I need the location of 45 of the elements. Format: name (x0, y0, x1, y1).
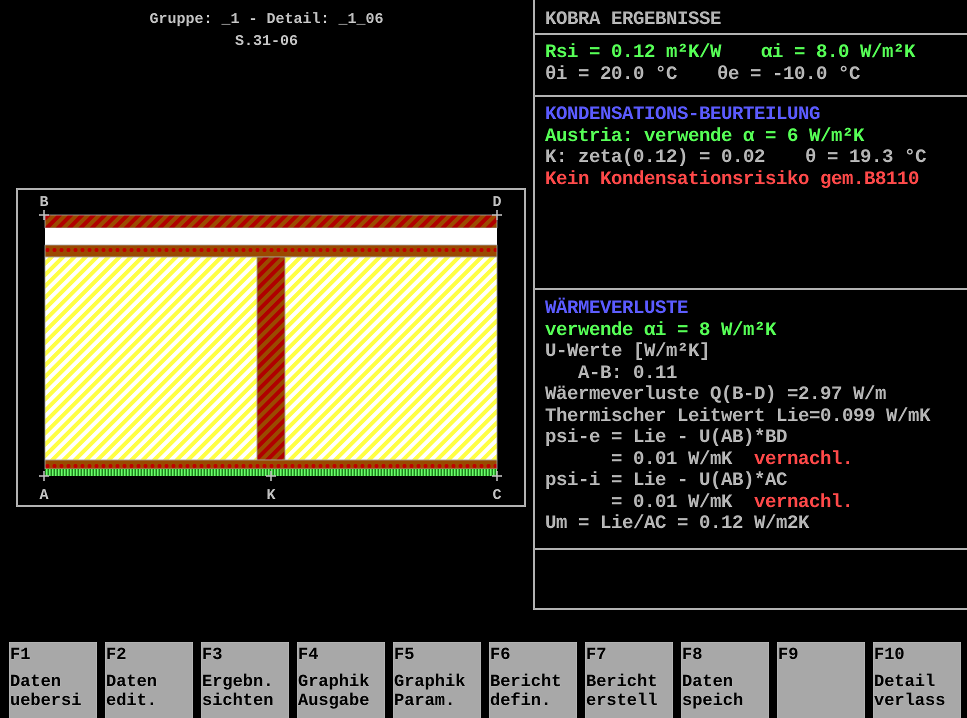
function-key[interactable]: F8 Daten speich (681, 642, 769, 718)
detail-code: S.31-06 (234, 32, 298, 52)
result-text: U-Werte [W/m²K] (545, 341, 710, 362)
section-heading: KONDENSATIONS-BEURTEILUNG (545, 104, 820, 126)
warning-text: vernachl. (754, 448, 854, 470)
function-key[interactable]: F4 Graphik Ausgabe (297, 642, 385, 718)
result-text: psi-e = Lie - U(AB)*BD (545, 427, 788, 448)
result-text: verwende αi = 8 W/m²K (545, 320, 776, 341)
function-key[interactable]: F2 Daten edit. (105, 642, 193, 718)
corner-marker-icon (38, 470, 50, 482)
warning-text: vernachl. (754, 492, 854, 513)
result-text: psi-i = Lie - U(AB)*AC (545, 470, 788, 492)
result-text: θ = 19.3 °C (805, 147, 926, 168)
result-text: θi = 20.0 °C (545, 64, 678, 85)
function-key[interactable]: F9 (777, 642, 865, 718)
point-label: A (40, 487, 48, 504)
point-label: C (492, 487, 502, 504)
result-text: K: zeta(0.12) = 0.02 (545, 147, 766, 168)
point-label: D (492, 194, 502, 211)
result-text: KOBRA ERGEBNISSE (545, 9, 722, 30)
function-key[interactable]: F7 Bericht erstell (585, 642, 673, 718)
corner-marker-icon (491, 470, 503, 482)
function-key[interactable]: F1 Daten uebersi (9, 642, 97, 718)
warning-text: Kein Kondensationsrisiko gem.B8110 (545, 168, 920, 190)
result-text: Um = Lie/AC = 0.12 W/m2K (545, 513, 810, 534)
function-key[interactable]: F3 Ergebn. sichten (201, 642, 289, 718)
function-key[interactable]: F5 Graphik Param. (393, 642, 481, 718)
corner-marker-icon (491, 209, 503, 221)
function-key[interactable]: F10 Detail verlass (873, 642, 961, 718)
point-label: K (266, 487, 276, 504)
result-text: A-B: 0.11 (577, 362, 678, 384)
result-text: Austria: verwende α = 6 W/m²K (545, 126, 864, 147)
corner-marker-icon (38, 209, 50, 221)
function-key[interactable]: F6 Bericht defin. (489, 642, 577, 718)
result-text: θe = -10.0 °C (717, 64, 860, 85)
result-text: αi = 8.0 W/m²K (761, 42, 916, 64)
result-text: = 0.01 W/mK (610, 492, 732, 513)
result-text: Thermischer Leitwert Lie=0.099 W/mK (545, 406, 930, 427)
result-text: = 0.01 W/mK (610, 448, 732, 470)
result-text: Rsi = 0.12 m²K/W (545, 42, 722, 64)
corner-marker-icon (265, 470, 277, 482)
detail-title: Gruppe: _1 - Detail: _1_06 (149, 10, 384, 30)
section-heading: WÄRMEVERLUSTE (545, 298, 688, 320)
result-text: Wäermeverluste Q(B-D) =2.97 W/m (545, 384, 886, 406)
point-label: B (40, 194, 48, 211)
